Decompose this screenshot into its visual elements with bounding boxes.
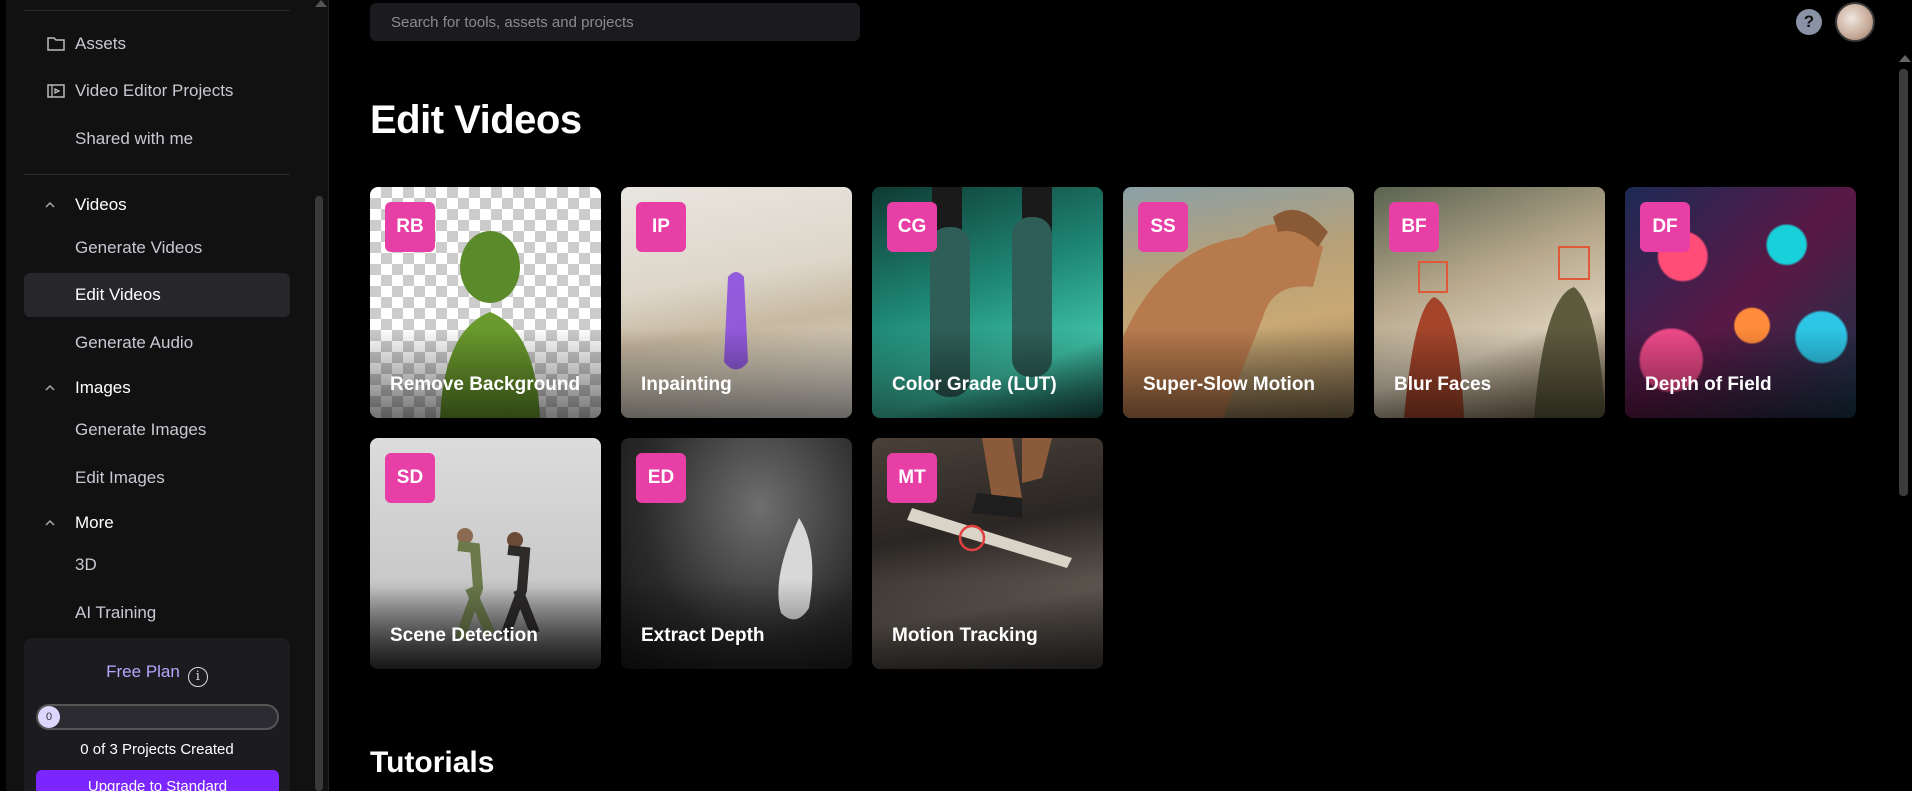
- sidebar-item-label: Edit Images: [75, 468, 165, 487]
- sidebar-item-generate-images[interactable]: Generate Images: [24, 408, 290, 452]
- card-shade: [621, 328, 852, 418]
- sidebar-item-video-editor-projects[interactable]: Video Editor Projects: [24, 69, 290, 113]
- chevron-up-icon: [45, 384, 55, 391]
- sidebar-divider: [24, 174, 290, 175]
- search-input[interactable]: [370, 3, 860, 41]
- section-label: Videos: [75, 195, 127, 214]
- sidebar-item-label: Generate Audio: [75, 333, 194, 352]
- projects-progress-bar: 0: [36, 704, 279, 730]
- sidebar-item-label: Shared with me: [75, 129, 194, 148]
- upgrade-button[interactable]: Upgrade to Standard: [36, 770, 279, 791]
- tool-title: Motion Tracking: [892, 625, 1038, 646]
- tool-title: Extract Depth: [641, 625, 765, 646]
- card-shade: [621, 579, 852, 669]
- card-shade: [872, 579, 1103, 669]
- tool-badge: ED: [636, 453, 686, 503]
- tool-badge: SS: [1138, 202, 1188, 252]
- sidebar-item-label: Video Editor Projects: [75, 81, 234, 100]
- sidebar-divider: [24, 10, 290, 11]
- section-images[interactable]: Images: [24, 370, 290, 406]
- avatar[interactable]: [1835, 2, 1875, 42]
- sidebar-item-assets[interactable]: Assets: [24, 22, 290, 66]
- card-shade: [370, 579, 601, 669]
- sidebar-item-generate-audio[interactable]: Generate Audio: [24, 321, 290, 365]
- tool-card-depth-of-field[interactable]: DF Depth of Field: [1625, 187, 1856, 418]
- sidebar-item-label: Assets: [75, 34, 127, 53]
- sidebar-item-label: AI Training: [75, 603, 157, 622]
- tool-badge: DF: [1640, 202, 1690, 252]
- scrollbar-thumb[interactable]: [315, 196, 323, 791]
- tool-card-color-grade[interactable]: CG Color Grade (LUT): [872, 187, 1103, 418]
- sidebar-item-shared-with-me[interactable]: Shared with me: [24, 117, 290, 161]
- tool-card-super-slow-motion[interactable]: SS Super-Slow Motion: [1123, 187, 1354, 418]
- tool-card-extract-depth[interactable]: ED Extract Depth: [621, 438, 852, 669]
- sidebar-scrollbar[interactable]: [313, 0, 327, 791]
- tool-badge: IP: [636, 202, 686, 252]
- tool-card-scene-detection[interactable]: SD Scene Detection: [370, 438, 601, 669]
- help-icon[interactable]: ?: [1796, 9, 1822, 35]
- plan-title: Free Plan i: [24, 662, 290, 687]
- tool-title: Blur Faces: [1394, 374, 1492, 395]
- sidebar-item-label: 3D: [75, 555, 97, 574]
- video-project-icon: [47, 84, 65, 98]
- chevron-up-icon: [45, 201, 55, 208]
- tool-card-remove-background[interactable]: RB Remove Background: [370, 187, 601, 418]
- info-icon[interactable]: i: [187, 667, 208, 687]
- projects-count: 0 of 3 Projects Created: [80, 741, 234, 758]
- card-shade: [1123, 328, 1354, 418]
- plan-panel: Free Plan i 0 0 of 3 Projects Created Upg…: [24, 638, 290, 791]
- sidebar-item-edit-images[interactable]: Edit Images: [24, 456, 290, 500]
- sidebar-item-label: Generate Videos: [75, 238, 203, 257]
- tool-badge: CG: [887, 202, 937, 252]
- sidebar-item-label: Edit Videos: [75, 285, 161, 304]
- tool-card-blur-faces[interactable]: BF Blur Faces: [1374, 187, 1605, 418]
- tool-title: Inpainting: [641, 374, 732, 395]
- plan-title-text: Free Plan: [106, 662, 180, 681]
- progress-value: 0: [38, 706, 60, 728]
- tool-title: Color Grade (LUT): [892, 374, 1057, 395]
- scroll-up-arrow-icon[interactable]: [1899, 55, 1911, 62]
- tool-badge: MT: [887, 453, 937, 503]
- sidebar: Assets Video Editor Projects Shared with…: [0, 0, 329, 791]
- page-title: Edit Videos: [370, 98, 582, 142]
- main-scrollbar[interactable]: [1897, 55, 1911, 791]
- section-videos[interactable]: Videos: [24, 187, 290, 223]
- scrollbar-thumb[interactable]: [1899, 69, 1908, 496]
- sidebar-item-edit-videos[interactable]: Edit Videos: [24, 273, 290, 317]
- tool-title: Scene Detection: [390, 625, 538, 646]
- section-label: Images: [75, 378, 131, 397]
- tutorials-heading: Tutorials: [370, 746, 495, 779]
- section-label: More: [75, 513, 114, 532]
- sidebar-item-ai-training[interactable]: AI Training: [24, 591, 290, 635]
- tool-card-inpainting[interactable]: IP Inpainting: [621, 187, 852, 418]
- chevron-up-icon: [45, 519, 55, 526]
- tool-badge: BF: [1389, 202, 1439, 252]
- folder-icon: [47, 37, 65, 51]
- section-more[interactable]: More: [24, 505, 290, 541]
- tool-title: Super-Slow Motion: [1143, 374, 1316, 395]
- card-shade: [1625, 328, 1856, 418]
- tool-title: Remove Background: [390, 374, 581, 395]
- card-shade: [1374, 328, 1605, 418]
- tool-card-motion-tracking[interactable]: MT Motion Tracking: [872, 438, 1103, 669]
- sidebar-item-label: Generate Images: [75, 420, 207, 439]
- scroll-up-arrow-icon[interactable]: [315, 0, 327, 7]
- tool-title: Depth of Field: [1645, 374, 1772, 395]
- sidebar-item-3d[interactable]: 3D: [24, 543, 290, 587]
- sidebar-item-generate-videos[interactable]: Generate Videos: [24, 226, 290, 270]
- card-shade: [872, 328, 1103, 418]
- tool-badge: SD: [385, 453, 435, 503]
- card-shade: [370, 328, 601, 418]
- tool-badge: RB: [385, 202, 435, 252]
